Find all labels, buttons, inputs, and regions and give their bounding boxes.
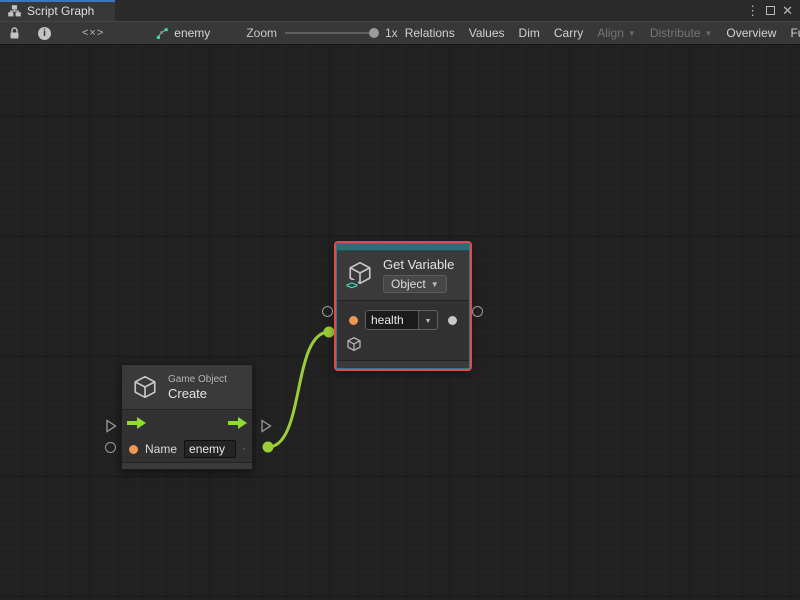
info-icon: i — [38, 27, 51, 40]
graph-toolbar: i <×> enemy Zoom 1x Relations Values Dim… — [0, 21, 800, 45]
value-output-port[interactable] — [448, 316, 457, 325]
object-port-row — [337, 333, 469, 355]
graph-hierarchy-icon — [8, 5, 21, 17]
create-gameobject-output-port[interactable] — [263, 442, 274, 453]
active-tab-accent — [0, 0, 115, 2]
node-title: Create — [168, 386, 227, 401]
node-header: Game Object Create — [122, 365, 252, 410]
gameobject-output-cube-icon[interactable] — [243, 441, 245, 457]
gameobject-cube-icon — [132, 374, 158, 400]
edit-source-button[interactable]: <×> — [60, 22, 126, 44]
name-label: Name — [145, 442, 177, 456]
chevron-down-icon: ▼ — [425, 318, 432, 325]
variable-name-input[interactable] — [366, 311, 418, 329]
zoom-value: 1x — [385, 26, 398, 40]
zoom-slider-handle[interactable] — [369, 28, 379, 38]
wire-create-to-getvariable[interactable] — [268, 332, 329, 447]
node-create-gameobject[interactable]: Game Object Create Name — [121, 364, 253, 470]
close-icon[interactable]: ✕ — [782, 4, 793, 17]
toolbar-button-relations[interactable]: Relations — [398, 22, 462, 44]
create-name-outer-port[interactable] — [105, 442, 116, 453]
object-input-cube-icon[interactable] — [346, 336, 362, 352]
code-brackets-icon: <> — [345, 280, 358, 292]
create-flow-output-outer-port[interactable] — [259, 419, 273, 433]
lock-icon — [9, 27, 20, 40]
graph-node-icon — [156, 27, 169, 40]
variable-color-bar — [337, 244, 469, 251]
variable-name-row: ▼ — [337, 307, 469, 333]
maximize-glyph — [766, 6, 775, 15]
getvariable-value-outer-port[interactable] — [472, 306, 483, 317]
chevron-down-icon: ▼ — [431, 281, 439, 289]
maximize-icon[interactable] — [766, 6, 775, 15]
graph-name: enemy — [174, 26, 210, 40]
graph-breadcrumb[interactable]: enemy — [150, 22, 216, 44]
toolbar-button-align[interactable]: Align▼ — [590, 22, 643, 44]
variable-name-combo: ▼ — [365, 310, 438, 330]
tab-script-graph[interactable]: Script Graph — [0, 0, 115, 21]
node-body: ▼ — [337, 301, 469, 357]
toolbar-button-fullscreen[interactable]: Full Screen — [783, 22, 800, 44]
code-icon: <×> — [82, 27, 104, 39]
tab-title: Script Graph — [27, 4, 94, 18]
getvariable-object-input-port[interactable] — [324, 327, 335, 338]
node-title: Get Variable — [383, 257, 454, 272]
node-subtitle: Game Object — [168, 374, 227, 385]
name-input-port[interactable] — [129, 445, 138, 454]
node-footer — [337, 360, 469, 368]
node-header: <> Get Variable Object ▼ — [337, 251, 469, 301]
zoom-label: Zoom — [246, 26, 277, 40]
getvariable-name-outer-port[interactable] — [322, 306, 333, 317]
toolbar-button-carry[interactable]: Carry — [547, 22, 590, 44]
zoom-slider[interactable] — [285, 32, 377, 34]
name-port-row: Name — [122, 436, 252, 462]
lock-button[interactable] — [0, 22, 29, 44]
toolbar-button-dim[interactable]: Dim — [512, 22, 547, 44]
window-menu-icon[interactable]: ⋮ — [746, 4, 759, 17]
node-footer — [122, 462, 252, 469]
toolbar-button-values[interactable]: Values — [462, 22, 512, 44]
toolbar-button-distribute[interactable]: Distribute▼ — [643, 22, 720, 44]
flow-input-arrow-icon[interactable] — [127, 417, 146, 429]
inspect-button[interactable]: i — [29, 22, 60, 44]
node-get-variable[interactable]: <> Get Variable Object ▼ ▼ — [336, 243, 470, 369]
toolbar-button-overview[interactable]: Overview — [719, 22, 783, 44]
chevron-down-icon: ▼ — [705, 30, 713, 38]
create-flow-input-outer-port[interactable] — [104, 419, 118, 433]
variable-name-input-port[interactable] — [349, 316, 358, 325]
graph-canvas[interactable]: Game Object Create Name — [0, 45, 800, 600]
chevron-down-icon: ▼ — [628, 30, 636, 38]
flow-port-row — [122, 410, 252, 436]
name-value-input[interactable] — [184, 440, 236, 458]
variable-scope-dropdown[interactable]: Object ▼ — [383, 275, 447, 293]
window-tab-bar: Script Graph ⋮ ✕ — [0, 0, 800, 21]
flow-output-arrow-icon[interactable] — [228, 417, 247, 429]
variable-picker-button[interactable]: ▼ — [418, 311, 437, 329]
